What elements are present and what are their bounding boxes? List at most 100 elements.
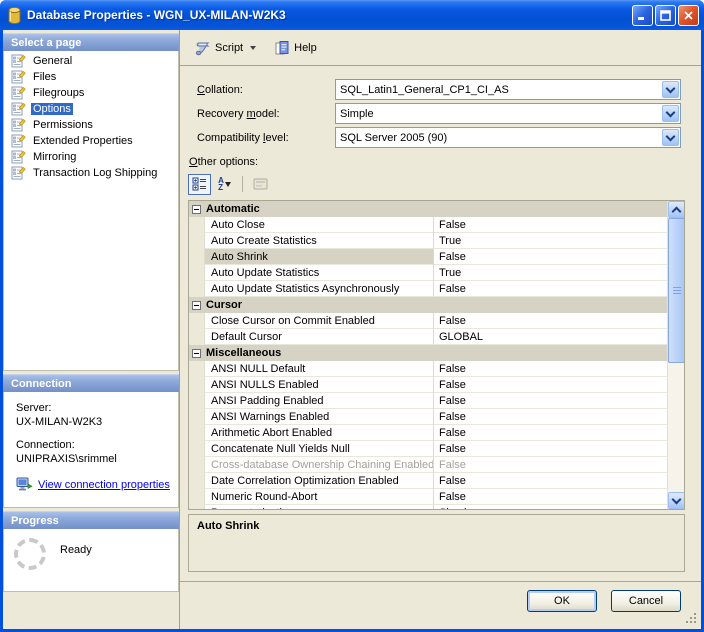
sidebar-item-mirroring[interactable]: Mirroring	[4, 149, 178, 165]
progress-status: Ready	[60, 544, 92, 556]
minimize-button[interactable]	[632, 5, 653, 26]
collation-dropdown-button[interactable]	[662, 81, 679, 98]
recovery-model-value: Simple	[336, 108, 661, 120]
grid-row-cross-database-ownership-chaining-enabled: Cross-database Ownership Chaining Enable…	[189, 457, 667, 473]
recovery-model-label: Recovery model:	[188, 108, 335, 120]
maximize-icon	[660, 10, 671, 21]
compatibility-level-value: SQL Server 2005 (90)	[336, 132, 661, 144]
collapse-icon[interactable]	[192, 205, 201, 214]
grid-row-numeric-round-abort[interactable]: Numeric Round-Abort False	[189, 489, 667, 505]
property-pages-button-disabled	[249, 174, 272, 195]
sidebar-item-permissions[interactable]: Permissions	[4, 117, 178, 133]
categorized-icon	[192, 177, 207, 191]
server-label: Server:	[16, 401, 174, 415]
dialog-footer: OK Cancel	[180, 581, 701, 629]
titlebar-buttons	[632, 5, 699, 26]
grid-row-ansi-nulls-enabled[interactable]: ANSI NULLS Enabled False	[189, 377, 667, 393]
close-button[interactable]	[678, 5, 699, 26]
titlebar[interactable]: Database Properties - WGN_UX-MILAN-W2K3	[0, 0, 704, 30]
page-icon	[10, 53, 26, 69]
script-icon	[195, 40, 211, 56]
other-options-label: Other options:	[188, 156, 691, 168]
sidebar-item-files[interactable]: Files	[4, 69, 178, 85]
grid-category-automatic[interactable]: Automatic	[189, 201, 667, 217]
grid-row-auto-update-statistics-asynchronously[interactable]: Auto Update Statistics Asynchronously Fa…	[189, 281, 667, 297]
resize-grip[interactable]	[686, 613, 698, 625]
sidebar-item-transaction-log-shipping[interactable]: Transaction Log Shipping	[4, 165, 178, 181]
connection-properties-icon	[16, 477, 33, 492]
grid-row-parameterization[interactable]: Parameterization Simple	[189, 505, 667, 509]
chevron-down-icon	[672, 494, 682, 504]
compatibility-dropdown-button[interactable]	[662, 129, 679, 146]
compatibility-level-combobox[interactable]: SQL Server 2005 (90)	[335, 127, 681, 148]
grid-row-default-cursor[interactable]: Default Cursor GLOBAL	[189, 329, 667, 345]
property-grid-toolbar: AZ	[188, 173, 691, 195]
page-icon	[10, 117, 26, 133]
collapse-icon[interactable]	[192, 349, 201, 358]
thumb-grip-icon	[673, 287, 681, 295]
cancel-button[interactable]: Cancel	[611, 590, 681, 612]
toolbar-separator	[242, 176, 243, 192]
select-a-page-header: Select a page	[3, 33, 179, 51]
grid-row-ansi-warnings-enabled[interactable]: ANSI Warnings Enabled False	[189, 409, 667, 425]
collation-combobox[interactable]: SQL_Latin1_General_CP1_CI_AS	[335, 79, 681, 100]
database-properties-dialog: Database Properties - WGN_UX-MILAN-W2K3 …	[0, 0, 704, 632]
scrollbar-thumb[interactable]	[668, 218, 685, 363]
grid-row-ansi-padding-enabled[interactable]: ANSI Padding Enabled False	[189, 393, 667, 409]
chevron-down-icon	[666, 107, 676, 117]
script-button[interactable]: Script	[190, 38, 261, 58]
grid-row-auto-shrink[interactable]: Auto Shrink False	[189, 249, 667, 265]
grid-row-auto-create-statistics[interactable]: Auto Create Statistics True	[189, 233, 667, 249]
maximize-button[interactable]	[655, 5, 676, 26]
toolbar: Script Help	[180, 30, 701, 66]
collation-label: Collation:	[188, 84, 335, 96]
select-a-page-panel: Select a page General Files	[3, 33, 179, 371]
alphabetical-sort-icon: AZ	[218, 177, 231, 191]
chevron-up-icon	[672, 206, 682, 216]
grid-rows: Automatic Auto Close False Auto Create S…	[189, 201, 667, 509]
grid-row-concatenate-null-yields-null[interactable]: Concatenate Null Yields Null False	[189, 441, 667, 457]
other-options-grid: Automatic Auto Close False Auto Create S…	[188, 200, 685, 510]
grid-category-cursor[interactable]: Cursor	[189, 297, 667, 313]
minimize-icon	[637, 10, 648, 21]
page-icon	[10, 85, 26, 101]
page-icon	[10, 149, 26, 165]
recovery-dropdown-button[interactable]	[662, 105, 679, 122]
sidebar-item-extended-properties[interactable]: Extended Properties	[4, 133, 178, 149]
options-page: Collation: SQL_Latin1_General_CP1_CI_AS …	[180, 66, 701, 581]
alphabetical-sort-button[interactable]: AZ	[213, 174, 236, 195]
grid-category-miscellaneous[interactable]: Miscellaneous	[189, 345, 667, 361]
sidebar-item-options[interactable]: Options	[4, 101, 178, 117]
compatibility-level-label: Compatibility level:	[188, 132, 335, 144]
grid-row-arithmetic-abort-enabled[interactable]: Arithmetic Abort Enabled False	[189, 425, 667, 441]
ok-button[interactable]: OK	[527, 590, 597, 612]
help-icon	[274, 40, 290, 56]
help-label: Help	[294, 42, 317, 54]
scroll-up-button[interactable]	[668, 201, 685, 218]
sidebar-item-general[interactable]: General	[4, 53, 178, 69]
property-pages-icon	[253, 178, 268, 190]
categorized-button[interactable]	[188, 174, 211, 195]
collapse-icon[interactable]	[192, 301, 201, 310]
page-tree: General Files Filegroups	[3, 51, 179, 371]
database-icon	[7, 7, 22, 24]
script-label: Script	[215, 42, 243, 54]
progress-header: Progress	[3, 511, 179, 529]
grid-row-date-correlation-optimization-enabled[interactable]: Date Correlation Optimization Enabled Fa…	[189, 473, 667, 489]
grid-row-auto-close[interactable]: Auto Close False	[189, 217, 667, 233]
progress-spinner-icon	[14, 538, 46, 570]
chevron-down-icon	[666, 131, 676, 141]
script-dropdown-caret-icon	[250, 46, 256, 50]
collation-value: SQL_Latin1_General_CP1_CI_AS	[336, 84, 661, 96]
grid-row-ansi-null-default[interactable]: ANSI NULL Default False	[189, 361, 667, 377]
scroll-down-button[interactable]	[668, 492, 685, 509]
grid-row-auto-update-statistics[interactable]: Auto Update Statistics True	[189, 265, 667, 281]
sidebar-item-filegroups[interactable]: Filegroups	[4, 85, 178, 101]
server-value: UX-MILAN-W2K3	[16, 415, 174, 429]
view-connection-properties-link[interactable]: View connection properties	[38, 478, 170, 492]
vertical-scrollbar[interactable]	[667, 201, 684, 509]
grid-row-close-cursor-on-commit-enabled[interactable]: Close Cursor on Commit Enabled False	[189, 313, 667, 329]
help-button[interactable]: Help	[269, 38, 322, 58]
recovery-model-combobox[interactable]: Simple	[335, 103, 681, 124]
page-icon	[10, 101, 26, 117]
